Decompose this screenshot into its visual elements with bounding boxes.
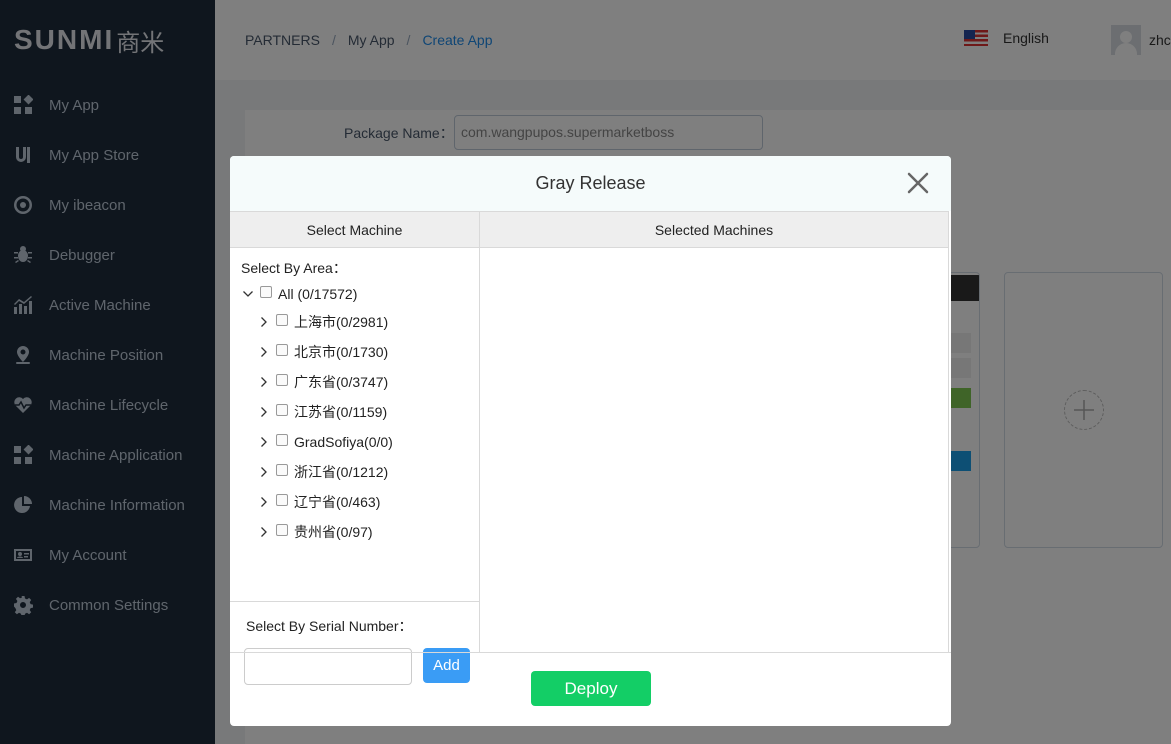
chevron-right-icon[interactable] bbox=[258, 376, 270, 388]
serial-number-label: Select By Serial Number： bbox=[246, 618, 413, 634]
tree-node-label: 上海市(0/2981) bbox=[294, 314, 389, 330]
tree-checkbox[interactable] bbox=[276, 434, 288, 446]
tree-checkbox[interactable] bbox=[276, 404, 288, 416]
tree-node[interactable]: 辽宁省(0/463) bbox=[230, 487, 479, 517]
dialog-header: Gray Release bbox=[230, 156, 951, 211]
tree-node[interactable]: 广东省(0/3747) bbox=[230, 367, 479, 397]
deploy-button[interactable]: Deploy bbox=[531, 671, 651, 706]
select-by-area-label: Select By Area： bbox=[241, 260, 347, 276]
tree-node-all[interactable]: All (0/17572) bbox=[230, 281, 479, 307]
chevron-right-icon[interactable] bbox=[258, 496, 270, 508]
dialog-title: Gray Release bbox=[535, 173, 646, 193]
divider bbox=[230, 601, 479, 602]
area-tree: All (0/17572) 上海市(0/2981) 北京市(0/1730) 广东… bbox=[230, 281, 479, 547]
tree-node-label: 浙江省(0/1212) bbox=[294, 464, 389, 480]
tree-checkbox[interactable] bbox=[276, 494, 288, 506]
tree-node-label: 贵州省(0/97) bbox=[294, 524, 373, 540]
dialog-footer: Deploy bbox=[230, 652, 951, 726]
tree-node-label: 江苏省(0/1159) bbox=[294, 404, 388, 420]
tree-node[interactable]: 上海市(0/2981) bbox=[230, 307, 479, 337]
close-icon[interactable] bbox=[905, 170, 931, 196]
tree-node[interactable]: 北京市(0/1730) bbox=[230, 337, 479, 367]
tree-node-label: 辽宁省(0/463) bbox=[294, 494, 381, 510]
tree-checkbox[interactable] bbox=[276, 314, 288, 326]
tree-node[interactable]: 贵州省(0/97) bbox=[230, 517, 479, 547]
chevron-down-icon[interactable] bbox=[242, 288, 254, 300]
chevron-right-icon[interactable] bbox=[258, 316, 270, 328]
chevron-right-icon[interactable] bbox=[258, 466, 270, 478]
tree-node-label: 广东省(0/3747) bbox=[294, 374, 389, 390]
tree-node-label: 北京市(0/1730) bbox=[294, 344, 389, 360]
chevron-right-icon[interactable] bbox=[258, 526, 270, 538]
tree-checkbox[interactable] bbox=[276, 374, 288, 386]
chevron-right-icon[interactable] bbox=[258, 436, 270, 448]
tree-node[interactable]: 江苏省(0/1159) bbox=[230, 397, 479, 427]
tree-node-label: All (0/17572) bbox=[278, 286, 358, 302]
tree-checkbox[interactable] bbox=[276, 344, 288, 356]
selected-machines-header: Selected Machines bbox=[480, 211, 948, 248]
chevron-right-icon[interactable] bbox=[258, 346, 270, 358]
select-machine-header: Select Machine bbox=[230, 211, 479, 248]
tree-node-label: GradSofiya(0/0) bbox=[294, 434, 393, 450]
tree-checkbox[interactable] bbox=[276, 524, 288, 536]
tree-node[interactable]: GradSofiya(0/0) bbox=[230, 427, 479, 457]
gray-release-dialog: Gray Release Select Machine Select By Ar… bbox=[230, 156, 951, 726]
tree-checkbox[interactable] bbox=[260, 286, 272, 298]
selected-machines-panel: Selected Machines bbox=[480, 211, 949, 653]
chevron-right-icon[interactable] bbox=[258, 406, 270, 418]
tree-checkbox[interactable] bbox=[276, 464, 288, 476]
tree-node[interactable]: 浙江省(0/1212) bbox=[230, 457, 479, 487]
select-machine-panel: Select Machine Select By Area： All (0/17… bbox=[230, 211, 480, 685]
